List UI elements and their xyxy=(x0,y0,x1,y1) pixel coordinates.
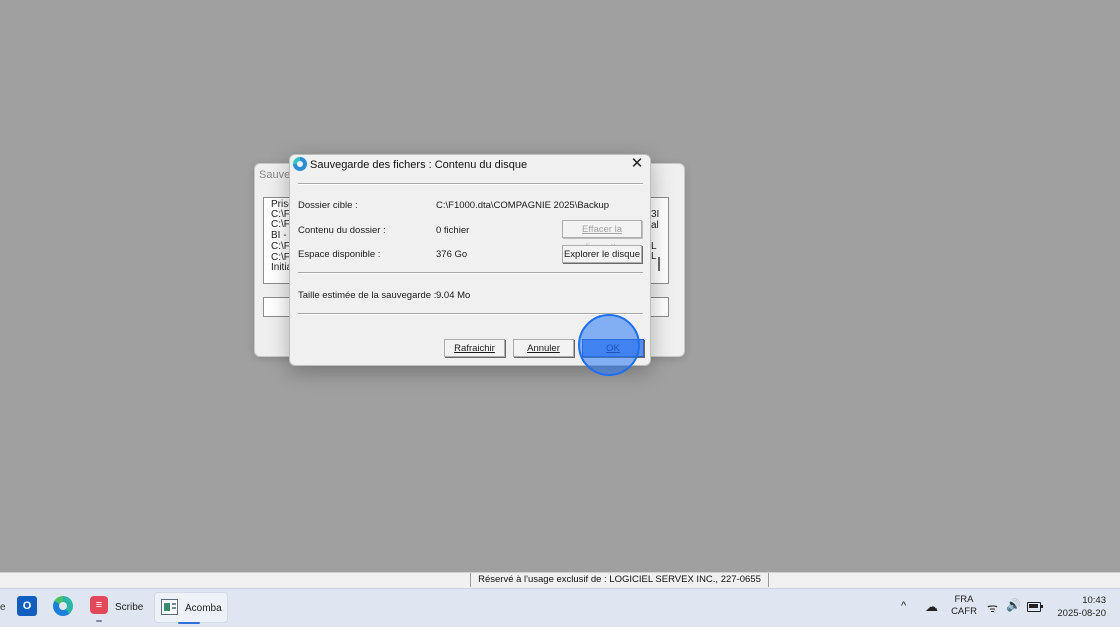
chevron-up-icon[interactable]: ^ xyxy=(901,600,906,612)
target-folder-value: C:\F1000.dta\COMPAGNIE 2025\Backup xyxy=(436,200,610,211)
keyboard-layout: CAFR xyxy=(951,606,977,617)
status-bar: Réservé à l'usage exclusif de : LOGICIEL… xyxy=(0,572,1120,589)
log-fragment: al xyxy=(651,220,659,231)
target-folder-label: Dossier cible : xyxy=(298,200,358,211)
log-fragment: 3I xyxy=(651,209,660,220)
clock-time: 10:43 xyxy=(1082,595,1106,606)
clock[interactable]: 10:43 2025-08-20 xyxy=(1050,594,1106,620)
folder-content-label: Contenu du dossier : xyxy=(298,225,386,236)
log-scrollbar-thumb[interactable] xyxy=(658,257,660,271)
refresh-label: Rafraichir xyxy=(454,343,495,354)
volume-icon[interactable]: 🔊 xyxy=(1006,598,1021,612)
explore-disk-label: Explorer le disque xyxy=(563,249,641,260)
license-status-text: Réservé à l'usage exclusif de : LOGICIEL… xyxy=(470,573,769,587)
erase-disk-button[interactable]: Effacer la disquette xyxy=(562,220,642,253)
battery-icon[interactable] xyxy=(1027,602,1043,612)
cancel-button[interactable]: Annuler xyxy=(513,339,574,357)
taskbar-item-scribe[interactable]: Scribe xyxy=(115,602,143,613)
acomba-icon xyxy=(161,599,178,615)
outlook-icon[interactable]: O xyxy=(17,596,37,616)
available-space-value: 376 Go xyxy=(436,249,468,260)
refresh-button[interactable]: Rafraichir xyxy=(444,339,505,357)
available-space-label: Espace disponible : xyxy=(298,249,381,260)
taskbar: e O ≡ Scribe Acomba ^ ☁ FRA CAFR ᯤ 🔊 10:… xyxy=(0,588,1120,627)
click-highlight xyxy=(578,314,640,376)
cancel-label: Annuler xyxy=(527,343,560,354)
scribe-running-indicator xyxy=(96,620,102,622)
divider xyxy=(298,272,643,274)
wifi-icon[interactable]: ᯤ xyxy=(987,599,998,616)
language-code: FRA xyxy=(954,594,974,605)
taskbar-item-acomba[interactable]: Acomba xyxy=(154,592,228,623)
folder-content-value: 0 fichier xyxy=(436,225,470,236)
language-indicator[interactable]: FRA CAFR xyxy=(950,594,978,618)
log-fragment: L xyxy=(651,251,657,262)
acomba-label: Acomba xyxy=(185,603,222,614)
divider xyxy=(298,313,643,315)
dialog-title: Sauvegarde des fichers : Contenu du disq… xyxy=(310,159,528,171)
dialog-titlebar[interactable]: Sauvegarde des fichers : Contenu du disq… xyxy=(290,155,650,177)
scribe-icon[interactable]: ≡ xyxy=(90,596,108,614)
estimated-size-value: 9.04 Mo xyxy=(436,290,471,301)
log-line: BI - xyxy=(271,230,287,241)
estimated-size-label: Taille estimée de la sauvegarde : xyxy=(298,290,437,301)
close-icon[interactable]: ✕ xyxy=(624,155,650,175)
divider xyxy=(298,183,643,185)
cloud-off-icon[interactable]: ☁ xyxy=(925,599,938,615)
acomba-logo-icon xyxy=(293,157,307,171)
acomba-active-indicator xyxy=(178,622,200,624)
clock-date: 2025-08-20 xyxy=(1057,608,1106,619)
edge-icon[interactable] xyxy=(53,596,73,616)
taskbar-edge-fragment: e xyxy=(0,602,6,613)
explore-disk-button[interactable]: Explorer le disque xyxy=(562,245,642,263)
